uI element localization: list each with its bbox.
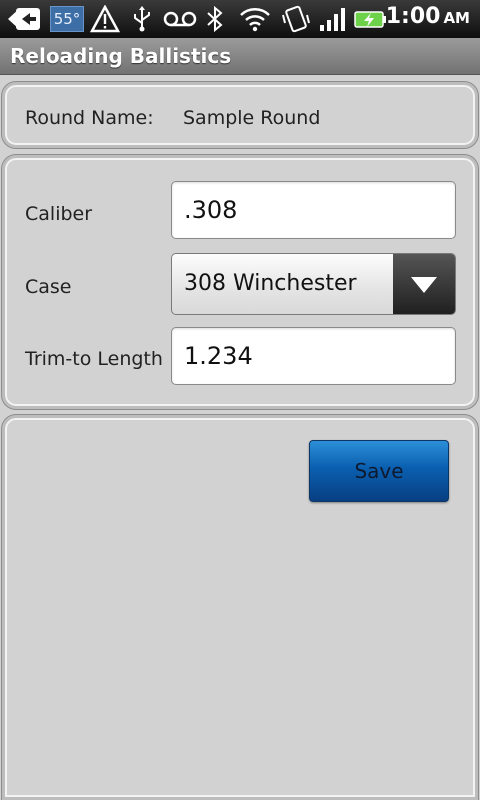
actions-panel: Save <box>2 415 478 800</box>
caliber-input[interactable]: .308 <box>171 181 456 239</box>
round-name-panel: Round Name: Sample Round <box>2 82 478 148</box>
dropdown-arrow-icon[interactable] <box>393 254 455 314</box>
round-name-label: Round Name: <box>25 107 154 129</box>
clock-time: 1:00 <box>385 4 441 29</box>
bluetooth-icon <box>204 5 226 33</box>
temperature-text: 55° <box>50 6 84 32</box>
case-dropdown[interactable]: 308 Winchester <box>171 253 456 315</box>
voicemail-icon <box>162 5 198 33</box>
signal-icon <box>318 5 348 33</box>
app-title-bar: Reloading Ballistics <box>0 38 480 75</box>
battery-charging-icon <box>354 5 388 33</box>
status-clock: 1:00 AM <box>386 4 470 34</box>
trim-length-input[interactable]: 1.234 <box>171 327 456 385</box>
wifi-icon <box>238 5 272 33</box>
round-name-value: Sample Round <box>183 107 321 129</box>
status-bar: 55° 1:00 AM <box>0 0 480 38</box>
clock-ampm: AM <box>443 9 470 27</box>
trim-length-label: Trim-to Length <box>25 348 163 370</box>
round-details-panel: Caliber .308 Case 308 Winchester Trim-to… <box>2 155 478 409</box>
case-selected-value: 308 Winchester <box>184 271 357 296</box>
back-arrow-icon <box>8 5 42 33</box>
app-title: Reloading Ballistics <box>10 44 232 68</box>
caliber-label: Caliber <box>25 203 93 225</box>
usb-icon <box>130 5 154 33</box>
vibrate-icon <box>280 5 312 33</box>
weather-badge: 55° <box>50 5 84 33</box>
save-button[interactable]: Save <box>309 440 449 502</box>
warning-icon <box>90 5 120 33</box>
case-label: Case <box>25 276 72 298</box>
